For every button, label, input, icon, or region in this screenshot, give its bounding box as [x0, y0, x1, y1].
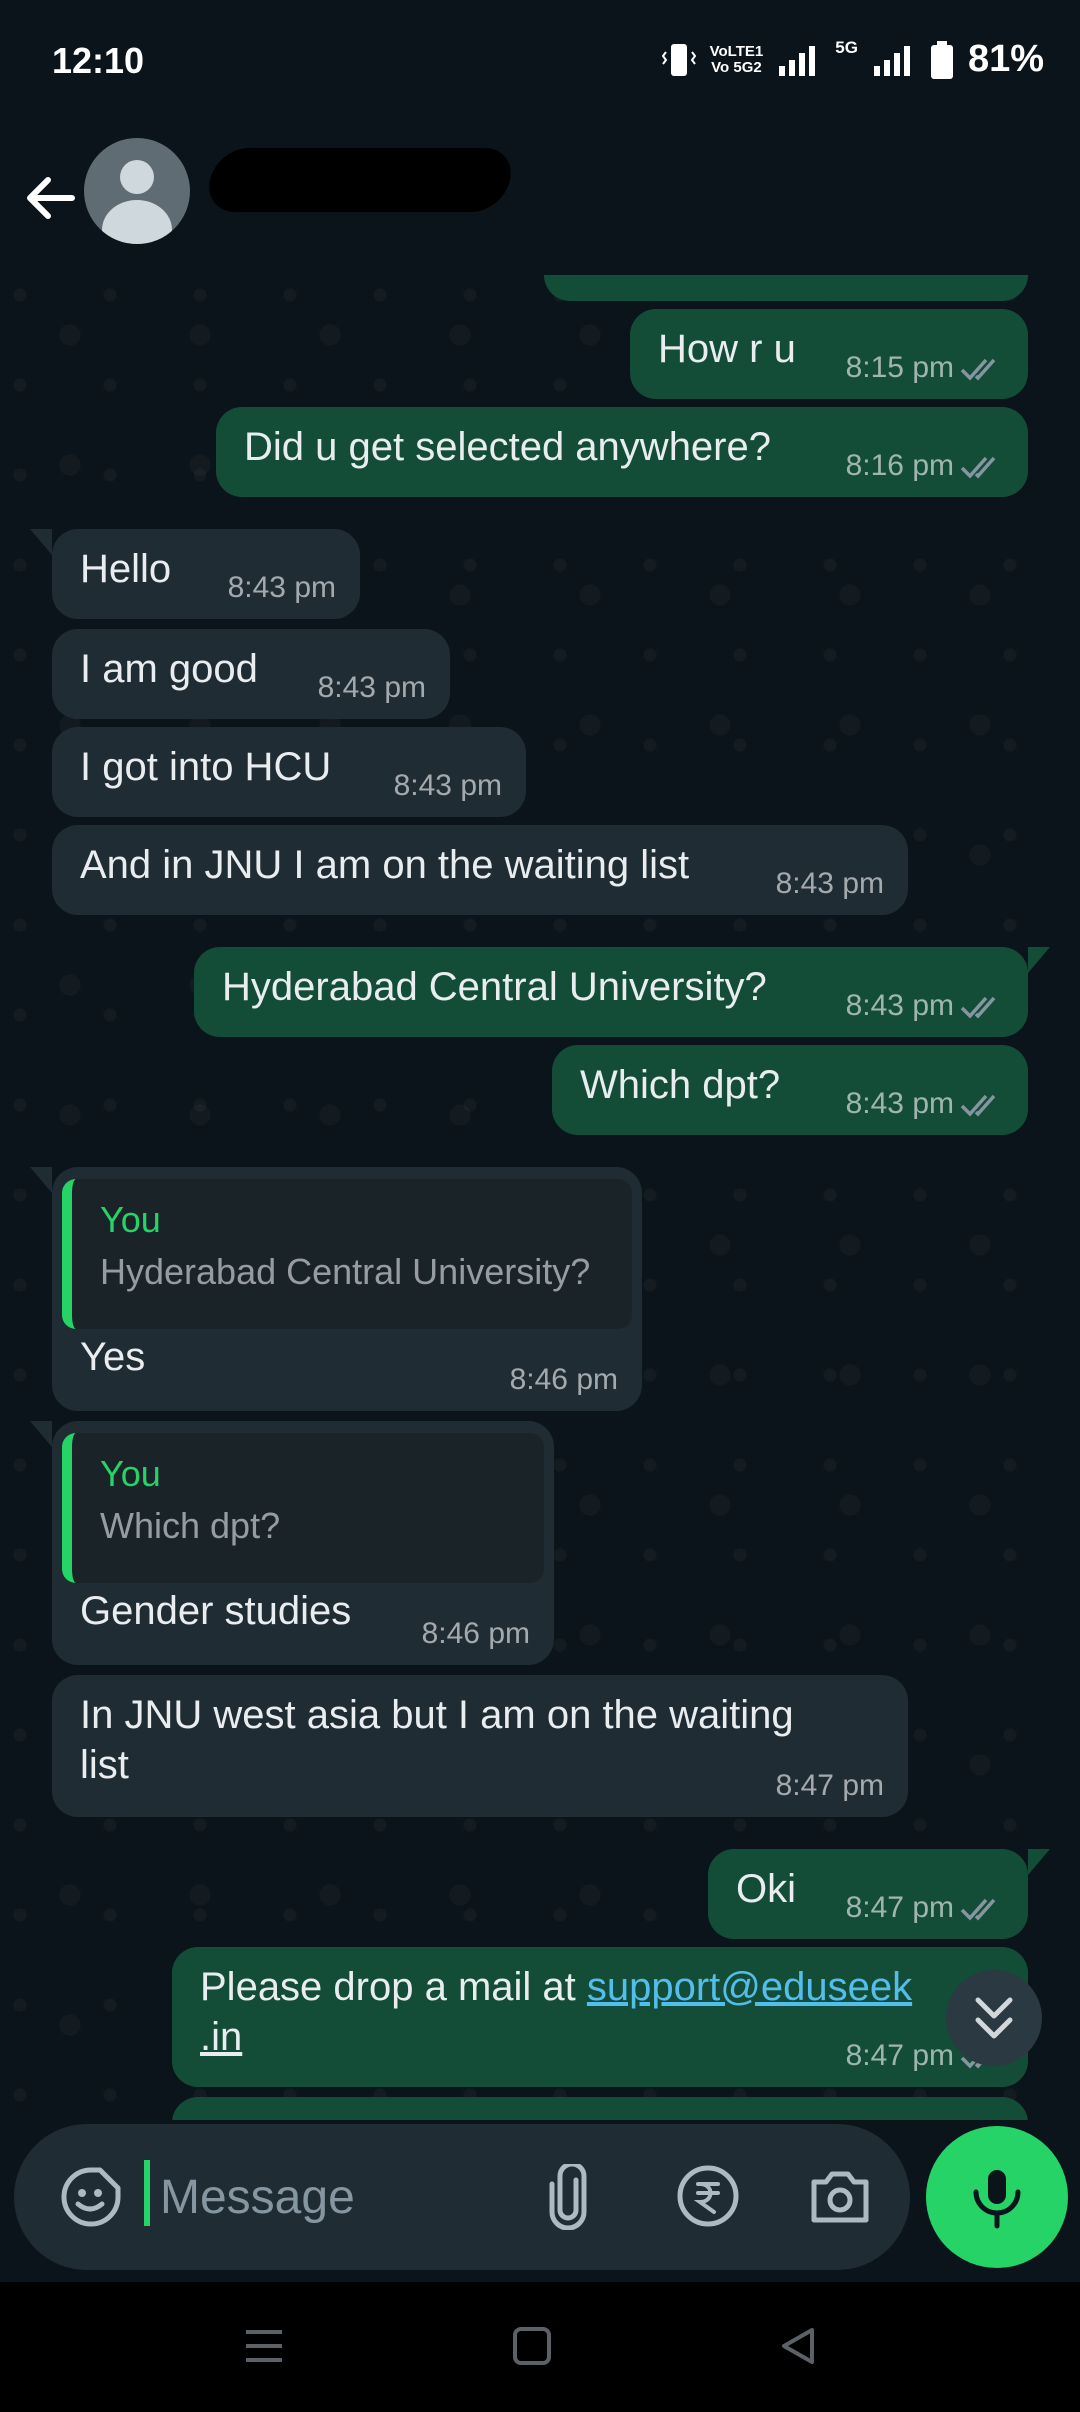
message-time: 8:43 pm [227, 571, 336, 604]
message-text: I got into HCU [80, 745, 332, 789]
bubble-tail [1028, 1849, 1050, 1875]
message-time: 8:43 pm [845, 1087, 954, 1120]
message-bubble-partial[interactable] [172, 2097, 1028, 2120]
quoted-text: Hyderabad Central University? [100, 1251, 591, 1292]
bubble-tail [30, 1421, 52, 1447]
double-chevron-down-icon [975, 1997, 1013, 2039]
message-bubble-outgoing[interactable]: Oki 8:47 pm [708, 1849, 1028, 1939]
avatar-body [102, 200, 172, 244]
home-icon[interactable] [510, 2324, 554, 2368]
email-link[interactable]: support@eduseek [587, 1965, 912, 2009]
message-time: 8:43 pm [775, 867, 884, 900]
message-time: 8:46 pm [421, 1617, 530, 1650]
message-bubble-outgoing[interactable]: Did u get selected anywhere? 8:16 pm [216, 407, 1028, 497]
read-receipt-icon [960, 1094, 996, 1117]
message-bubble-outgoing[interactable]: Please drop a mail at support@eduseek .i… [172, 1947, 1028, 2087]
message-time: 8:16 pm [845, 449, 954, 482]
read-receipt-icon [960, 456, 996, 479]
message-bubble-incoming[interactable]: Hello 8:43 pm [52, 529, 360, 619]
battery-icon [930, 40, 953, 79]
status-time: 12:10 [52, 40, 145, 81]
read-receipt-icon [960, 358, 996, 381]
text-cursor [144, 2160, 150, 2226]
message-time: 8:46 pm [509, 1363, 618, 1396]
message-time: 8:15 pm [845, 351, 954, 384]
message-input[interactable] [160, 2152, 520, 2242]
message-bubble-incoming-reply[interactable]: You Hyderabad Central University? Yes 8:… [52, 1167, 642, 1411]
quoted-author: You [100, 1453, 161, 1494]
network-label: VoLTE1 Vo 5G2 [709, 42, 764, 76]
message-bubble-incoming[interactable]: I got into HCU 8:43 pm [52, 727, 526, 817]
network-line-1: VoLTE1 [709, 42, 764, 60]
rupee-payment-icon[interactable] [676, 2164, 740, 2228]
quoted-author: You [100, 1199, 161, 1240]
status-bar: 12:10 VoLTE1 Vo 5G2 5G 81% [0, 0, 1080, 125]
network-line-2: Vo 5G2 [711, 58, 762, 76]
message-composer [14, 2124, 910, 2270]
chat-area[interactable]: How r u 8:15 pm Did u get selected anywh… [0, 275, 1080, 2120]
mic-icon [973, 2170, 1021, 2229]
message-bubble-incoming[interactable]: I am good 8:43 pm [52, 629, 450, 719]
bubble-tail [30, 1167, 52, 1193]
message-time: 8:43 pm [317, 671, 426, 704]
message-text: Please drop a mail at support@eduseek [200, 1965, 912, 2010]
quoted-message[interactable]: You Which dpt? [62, 1433, 544, 1583]
message-text: Hello [80, 547, 172, 591]
bubble-tail [1028, 947, 1050, 973]
back-arrow-icon[interactable] [22, 170, 78, 226]
message-bubble-outgoing[interactable]: Which dpt? 8:43 pm [552, 1045, 1028, 1135]
message-text: How r u [658, 327, 796, 371]
nav-back-icon[interactable] [776, 2324, 820, 2368]
recents-menu-icon[interactable] [242, 2324, 286, 2368]
message-time: 8:47 pm [845, 2039, 954, 2072]
message-text: Oki [736, 1867, 796, 1911]
message-text-line-2: list [80, 1743, 129, 1787]
status-indicators: VoLTE1 Vo 5G2 5G 81% [661, 38, 1044, 81]
read-receipt-icon [960, 996, 996, 1019]
quoted-message[interactable]: You Hyderabad Central University? [62, 1179, 632, 1329]
message-time: 8:47 pm [775, 1769, 884, 1802]
bubble-tail [30, 529, 52, 555]
attach-icon[interactable] [540, 2164, 596, 2230]
read-receipt-icon [960, 1898, 996, 1921]
scroll-to-bottom-button[interactable] [946, 1970, 1042, 2066]
message-bubble-incoming[interactable]: In JNU west asia but I am on the waiting… [52, 1675, 908, 1817]
vibrate-icon [661, 43, 696, 76]
message-text: I am good [80, 647, 258, 691]
net-type-label: 5G [835, 38, 858, 57]
message-text-prefix: Please drop a mail at [200, 1965, 587, 2009]
contact-avatar[interactable] [84, 138, 190, 244]
emoji-sticker-icon[interactable] [60, 2166, 122, 2228]
message-text: Gender studies [80, 1589, 352, 1633]
system-navigation-bar [0, 2282, 1080, 2412]
message-text: Yes [80, 1335, 146, 1379]
message-bubble-outgoing[interactable]: How r u 8:15 pm [630, 309, 1028, 399]
message-text-line-1: In JNU west asia but I am on the waiting [80, 1693, 794, 1737]
voice-message-button[interactable] [926, 2126, 1068, 2268]
message-bubble-incoming-reply[interactable]: You Which dpt? Gender studies 8:46 pm [52, 1421, 554, 1665]
message-time: 8:47 pm [845, 1891, 954, 1924]
message-text: Did u get selected anywhere? [244, 425, 771, 469]
message-text: Which dpt? [580, 1063, 781, 1107]
message-text: Hyderabad Central University? [222, 965, 767, 1009]
message-text: And in JNU I am on the waiting list [80, 843, 690, 887]
message-time: 8:43 pm [845, 989, 954, 1022]
message-bubble-partial[interactable] [544, 275, 1028, 301]
message-bubble-incoming[interactable]: And in JNU I am on the waiting list 8:43… [52, 825, 908, 915]
message-time: 8:43 pm [393, 769, 502, 802]
contact-name-redacted[interactable] [203, 148, 517, 212]
camera-icon[interactable] [808, 2166, 872, 2226]
signal-2-icon [873, 45, 910, 76]
signal-1-icon [779, 45, 816, 76]
message-bubble-outgoing[interactable]: Hyderabad Central University? 8:43 pm [194, 947, 1028, 1037]
battery-percent: 81% [967, 38, 1044, 80]
email-link-continued[interactable]: .in [200, 2015, 242, 2060]
quoted-text: Which dpt? [100, 1505, 281, 1546]
avatar-head [120, 160, 154, 194]
